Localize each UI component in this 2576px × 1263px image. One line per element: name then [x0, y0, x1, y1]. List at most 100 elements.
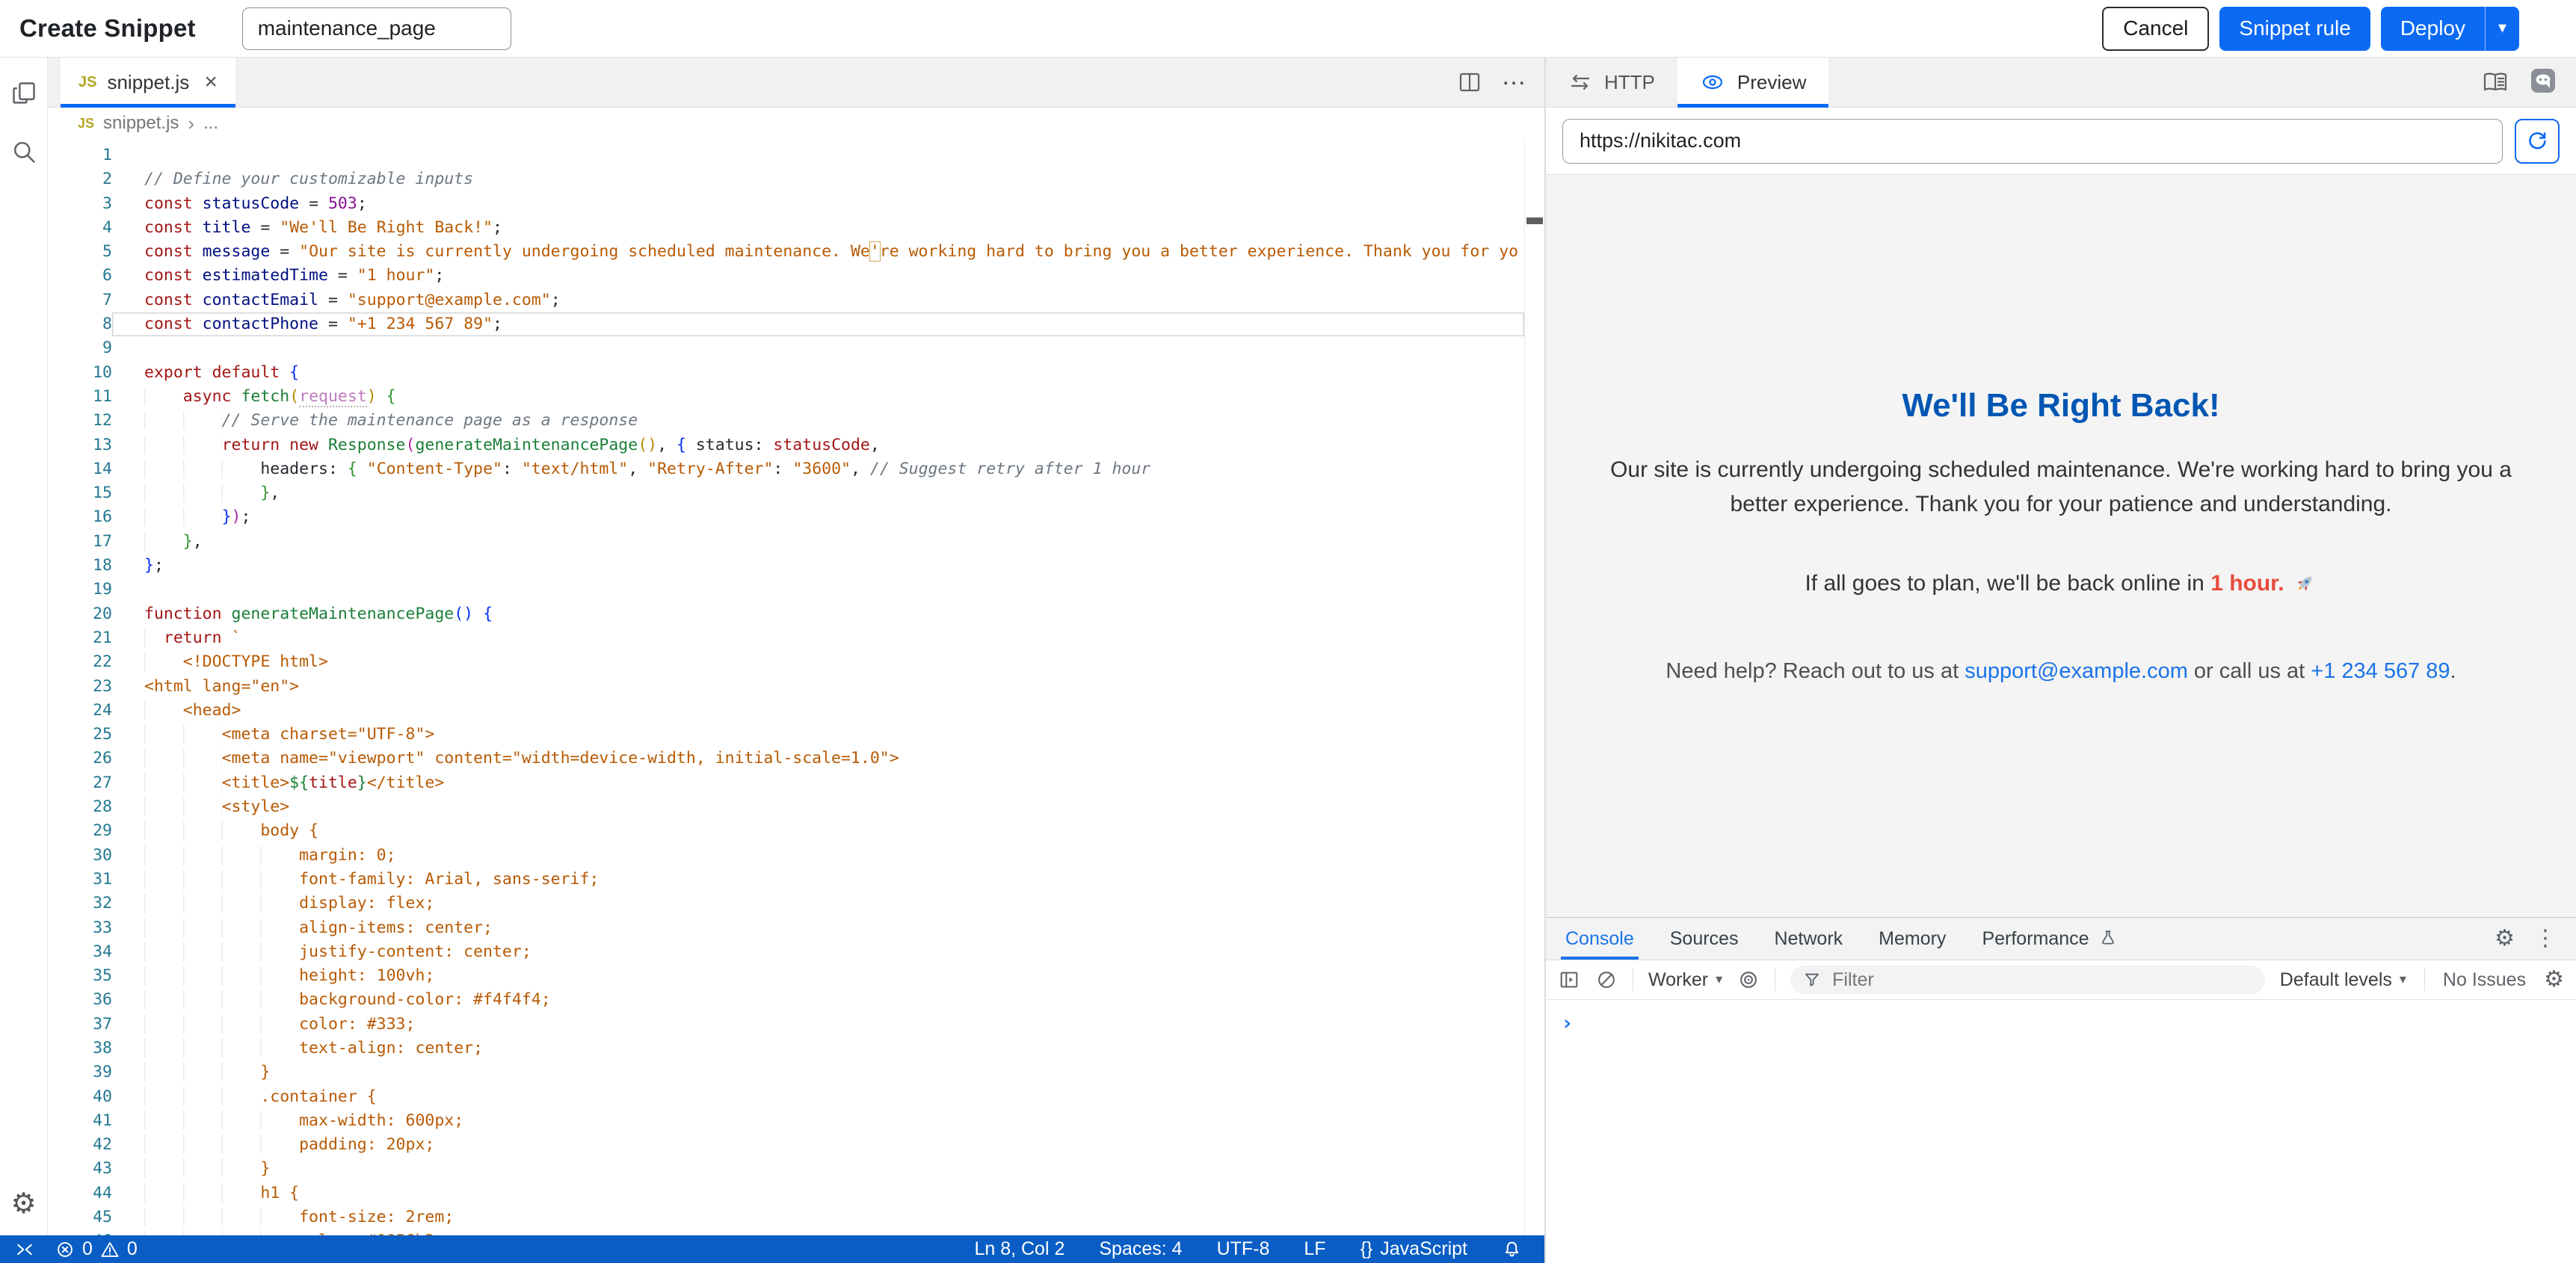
log-levels-selector[interactable]: Default levels ▾ [2280, 969, 2406, 991]
code-line: 11 async fetch(request) { [48, 385, 1544, 409]
deploy-button[interactable]: Deploy [2381, 7, 2485, 51]
breadcrumb-more: ... [203, 113, 218, 134]
code-line: 40 .container { [48, 1085, 1544, 1109]
snippet-name-input[interactable] [242, 7, 511, 50]
code-editor[interactable]: 12// Define your customizable inputs3con… [48, 139, 1544, 1235]
maintenance-message: Our site is currently undergoing schedul… [1594, 453, 2528, 522]
eta-value: 1 hour. [2210, 571, 2284, 596]
remote-indicator-icon[interactable] [13, 1239, 36, 1260]
tab-preview[interactable]: Preview [1677, 58, 1828, 107]
rocket-emoji [2292, 571, 2317, 602]
log-levels-label: Default levels [2280, 969, 2392, 991]
chevron-right-icon: › [188, 112, 194, 135]
clear-console-icon[interactable] [1595, 969, 1618, 991]
language-mode[interactable]: {} JavaScript [1361, 1238, 1467, 1260]
devtools-tab-network[interactable]: Network [1774, 918, 1843, 960]
console-output[interactable]: › [1546, 1000, 2576, 1263]
breadcrumb-file: snippet.js [103, 113, 179, 134]
console-settings-gear-icon[interactable]: ⚙ [2544, 969, 2564, 991]
eol-sequence[interactable]: LF [1304, 1238, 1325, 1260]
context-selector[interactable]: Worker ▾ [1648, 969, 1722, 991]
code-line: 22 <!DOCTYPE html> [48, 650, 1544, 674]
help-suffix: . [2450, 659, 2456, 683]
notifications-bell-icon[interactable] [1502, 1239, 1522, 1259]
problems-indicator[interactable]: 0 0 [55, 1238, 138, 1260]
snippet-rule-button[interactable]: Snippet rule [2219, 7, 2370, 51]
code-line: 36 background-color: #f4f4f4; [48, 988, 1544, 1012]
editor-scrollbar[interactable] [1524, 139, 1544, 1235]
devtools-tab-console[interactable]: Console [1565, 918, 1634, 960]
console-toolbar: Worker ▾ Default levels ▾ [1546, 960, 2576, 1000]
discord-icon[interactable] [2530, 67, 2557, 98]
maintenance-eta: If all goes to plan, we'll be back onlin… [1594, 571, 2528, 602]
breadcrumb[interactable]: JS snippet.js › ... [48, 108, 1544, 139]
tab-preview-label: Preview [1737, 71, 1806, 94]
code-line: 27 <title>${title}</title> [48, 771, 1544, 795]
url-input[interactable] [1562, 119, 2503, 164]
code-line: 43 } [48, 1157, 1544, 1181]
maintenance-heading: We'll Be Right Back! [1594, 387, 2528, 424]
warning-count: 0 [127, 1238, 138, 1260]
deploy-dropdown-button[interactable]: ▾ [2485, 7, 2519, 51]
live-expression-eye-icon[interactable] [1737, 969, 1760, 991]
support-email-link[interactable]: support@example.com [1965, 659, 2188, 683]
code-line: 29 body { [48, 819, 1544, 843]
javascript-file-icon: JS [78, 116, 94, 132]
language-label: JavaScript [1380, 1238, 1467, 1260]
close-icon[interactable]: × [204, 71, 218, 93]
code-line: 20function generateMaintenancePage() { [48, 602, 1544, 626]
snippets-files-icon[interactable] [10, 80, 37, 107]
preview-tab-bar: HTTP Preview [1546, 58, 2576, 108]
devtools-tab-performance[interactable]: Performance [1982, 918, 2117, 960]
console-prompt[interactable]: › [1561, 1010, 1574, 1035]
cursor-position[interactable]: Ln 8, Col 2 [974, 1238, 1064, 1260]
code-line: 38 text-align: center; [48, 1037, 1544, 1060]
create-snippet-window: Create Snippet Cancel Snippet rule Deplo… [0, 0, 2576, 1263]
issues-counter[interactable]: No Issues [2443, 969, 2526, 991]
code-line: 33 align-items: center; [48, 916, 1544, 940]
tab-snippet-js[interactable]: JS snippet.js × [61, 58, 235, 107]
flask-icon [2098, 929, 2118, 948]
code-line: 12 // Serve the maintenance page as a re… [48, 409, 1544, 433]
encoding[interactable]: UTF-8 [1217, 1238, 1270, 1260]
cancel-button[interactable]: Cancel [2102, 7, 2209, 51]
filter-input[interactable] [1831, 969, 2253, 992]
status-bar: 0 0 Ln 8, Col 2 Spaces: 4 UTF-8 LF {} Ja… [0, 1235, 1544, 1263]
settings-gear-icon[interactable]: ⚙ [10, 1189, 36, 1217]
kebab-menu-icon[interactable]: ⋮ [2534, 927, 2557, 950]
toolbar-divider [2424, 969, 2425, 991]
console-sidebar-toggle-icon[interactable] [1558, 969, 1580, 991]
search-icon[interactable] [10, 138, 37, 165]
split-editor-icon[interactable] [1458, 71, 1482, 93]
code-line: 24 <head> [48, 699, 1544, 723]
tab-http[interactable]: HTTP [1546, 58, 1677, 107]
code-line: 15 }, [48, 481, 1544, 505]
help-prefix: Need help? Reach out to us at [1666, 659, 1965, 683]
phone-link[interactable]: +1 234 567 89 [2311, 659, 2450, 683]
preview-viewport: We'll Be Right Back! Our site is current… [1546, 175, 2576, 917]
devtools-settings-gear-icon[interactable]: ⚙ [2495, 927, 2515, 950]
main-area: ⚙ JS snippet.js × … [0, 58, 2576, 1263]
devtools-tab-memory[interactable]: Memory [1879, 918, 1946, 960]
refresh-button[interactable] [2515, 119, 2560, 164]
indentation[interactable]: Spaces: 4 [1099, 1238, 1182, 1260]
preview-pane: HTTP Preview [1544, 58, 2576, 1263]
code-line: 5const message = "Our site is currently … [48, 240, 1544, 264]
docs-book-icon[interactable] [2482, 70, 2509, 95]
code-line: 30 margin: 0; [48, 844, 1544, 868]
deploy-split-button: Deploy ▾ [2381, 7, 2519, 51]
error-icon [55, 1240, 75, 1259]
code-line: 4const title = "We'll Be Right Back!"; [48, 216, 1544, 240]
devtools-tab-sources[interactable]: Sources [1670, 918, 1739, 960]
devtools-panel: Console Sources Network Memory Performan… [1546, 917, 2576, 1263]
tab-http-label: HTTP [1604, 71, 1655, 94]
devtools-tab-bar: Console Sources Network Memory Performan… [1546, 918, 2576, 960]
code-line: 6const estimatedTime = "1 hour"; [48, 264, 1544, 288]
code-line: 21 return ` [48, 626, 1544, 650]
tab-label: snippet.js [107, 71, 189, 94]
refresh-icon [2525, 129, 2549, 153]
code-line: 28 <style> [48, 795, 1544, 819]
chevron-down-icon: ▾ [2400, 973, 2406, 986]
more-actions-icon[interactable]: … [1501, 72, 1528, 93]
warning-icon [100, 1240, 120, 1259]
